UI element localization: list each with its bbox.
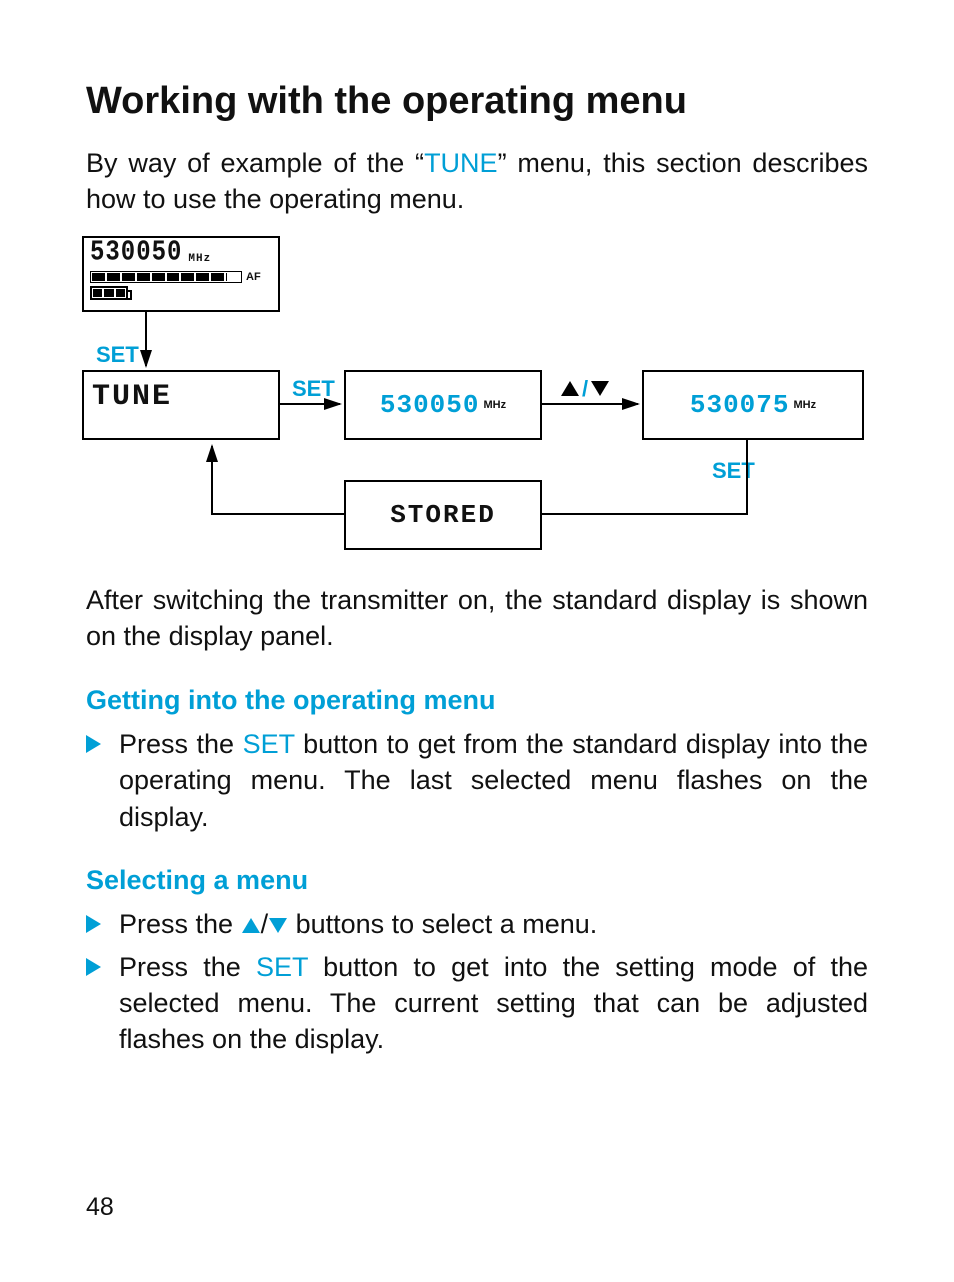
after-diagram-paragraph: After switching the transmitter on, the …	[86, 582, 868, 655]
display-tune-text: TUNE	[92, 380, 172, 414]
up-icon	[561, 381, 579, 396]
display-stored: STORED	[344, 480, 542, 550]
display-freq-b-unit: MHz	[794, 399, 817, 411]
display-standard-freq: 530050 MHz	[90, 242, 272, 269]
up-icon	[242, 918, 260, 933]
step-1-1: Press the SET button to get from the sta…	[86, 726, 868, 835]
step-2-2-text: Press the SET button to get into the set…	[119, 949, 868, 1058]
display-standard-mhz: MHz	[188, 253, 211, 265]
intro-tune: TUNE	[424, 148, 498, 178]
af-bar	[90, 271, 242, 283]
step-2-2: Press the SET button to get into the set…	[86, 949, 868, 1058]
display-freq-a: 530050 MHz	[344, 370, 542, 440]
set-keyword: SET	[243, 729, 295, 759]
bullet-icon	[86, 958, 101, 976]
subhead-selecting: Selecting a menu	[86, 865, 868, 896]
menu-diagram: 530050 MHz AF TUNE 530050 MHz 530075	[82, 236, 864, 556]
battery-row	[90, 286, 272, 300]
step-2-1: Press the / buttons to select a menu.	[86, 906, 868, 942]
set-keyword: SET	[256, 952, 308, 982]
intro-pre: By way of example of the “	[86, 148, 424, 178]
display-freq-b: 530075 MHz	[642, 370, 864, 440]
af-label: AF	[246, 271, 261, 283]
display-af-row: AF	[90, 271, 272, 283]
arrow-label-set-3: SET	[712, 458, 755, 484]
subhead-getting-into: Getting into the operating menu	[86, 685, 868, 716]
manual-page: Working with the operating menu By way o…	[0, 0, 954, 1282]
step-1-1-text: Press the SET button to get from the sta…	[119, 726, 868, 835]
display-stored-text: STORED	[390, 500, 496, 530]
arrow-label-set-2: SET	[292, 376, 335, 402]
intro-paragraph: By way of example of the “TUNE” menu, th…	[86, 145, 868, 218]
display-standard-freq-value: 530050	[90, 236, 182, 268]
display-freq-a-value: 530050	[380, 390, 480, 420]
page-number: 48	[86, 1193, 114, 1222]
battery-icon	[90, 286, 128, 300]
page-title: Working with the operating menu	[86, 80, 868, 123]
display-freq-b-value: 530075	[690, 390, 790, 420]
display-standard: 530050 MHz AF	[82, 236, 280, 312]
down-icon	[591, 381, 609, 396]
down-icon	[269, 918, 287, 933]
bullet-icon	[86, 735, 101, 753]
display-freq-a-unit: MHz	[484, 399, 507, 411]
display-tune: TUNE	[82, 370, 280, 440]
bullet-icon	[86, 915, 101, 933]
step-2-1-text: Press the / buttons to select a menu.	[119, 906, 868, 942]
arrow-label-set-1: SET	[96, 342, 139, 368]
arrow-label-nav: /	[560, 376, 610, 402]
